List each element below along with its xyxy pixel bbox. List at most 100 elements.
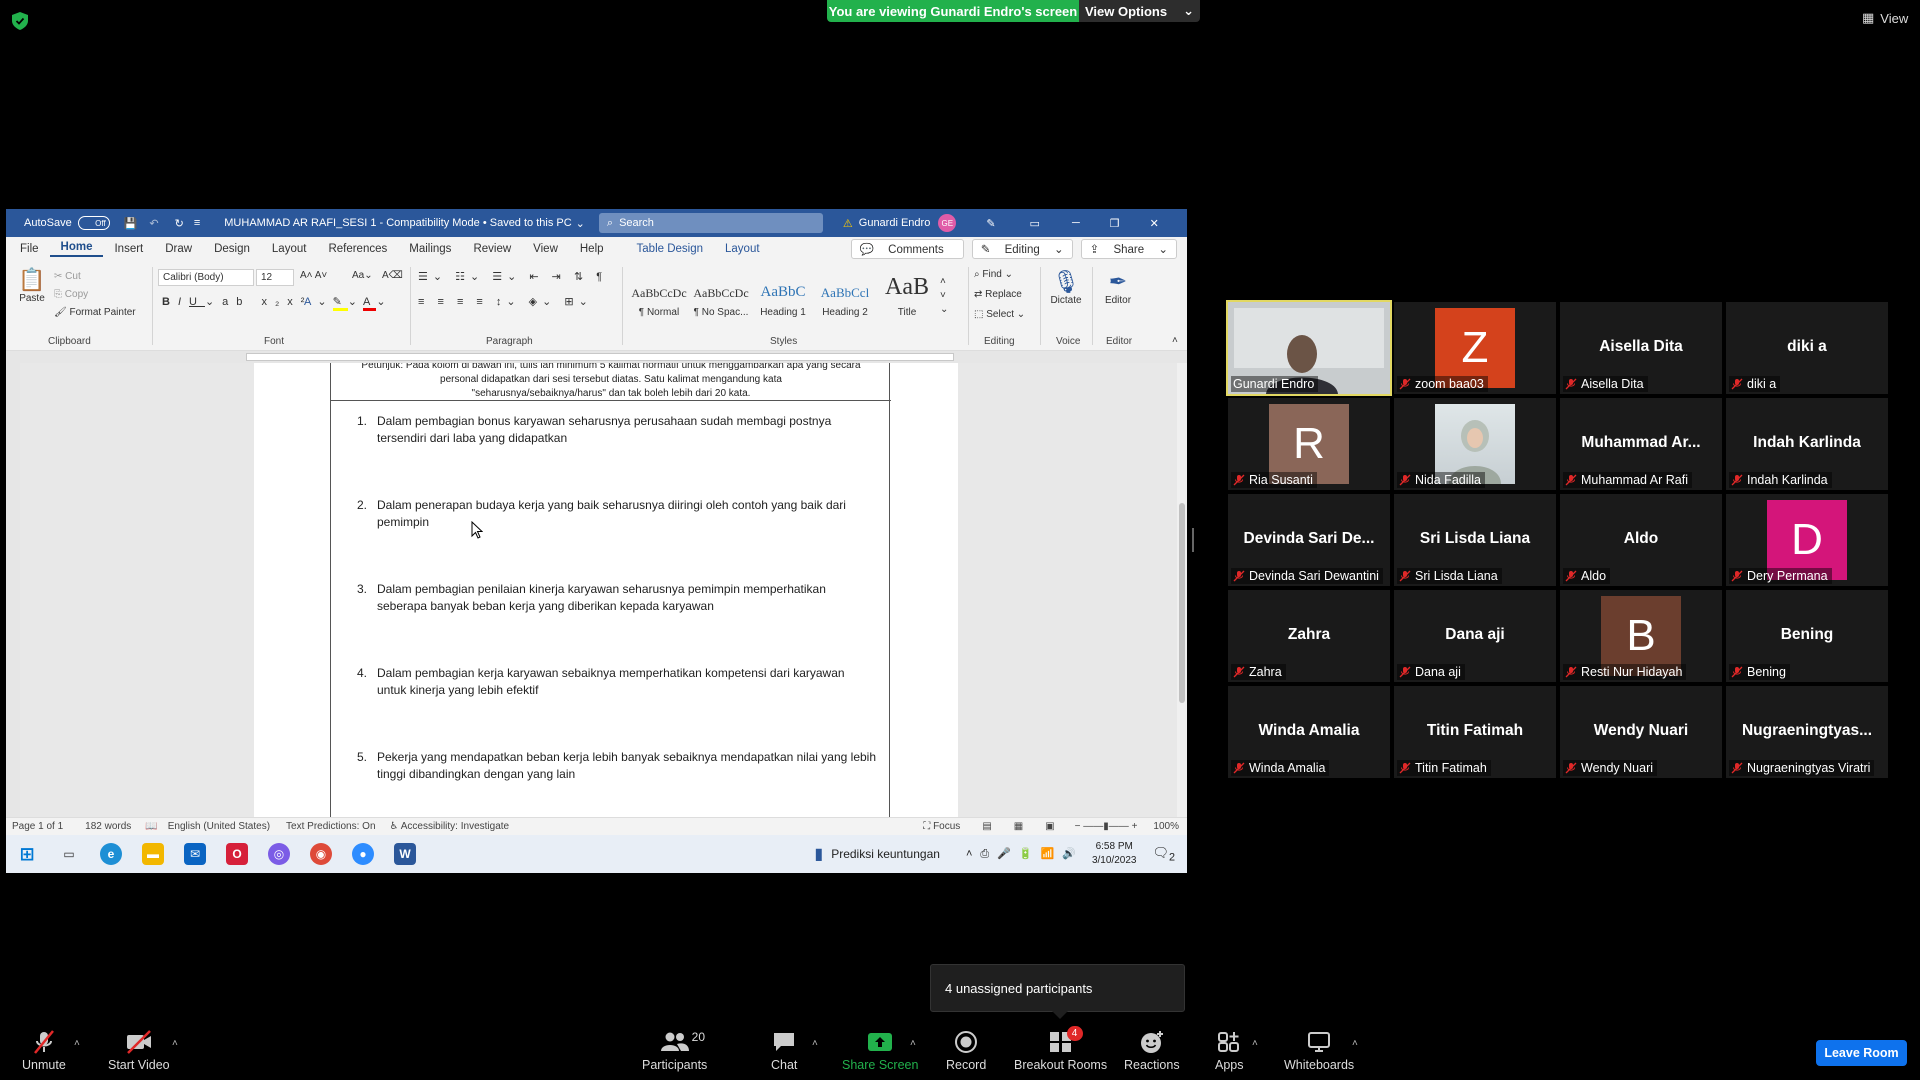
unassigned-participants-popover[interactable]: 4 unassigned participants — [930, 964, 1185, 1012]
zoom-level[interactable]: 100% — [1153, 821, 1179, 832]
participant-tile[interactable]: Wendy Nuari Wendy Nuari — [1560, 686, 1722, 778]
font-name-box[interactable]: Calibri (Body) — [158, 269, 254, 286]
notification-center-icon[interactable]: 🗨2 — [1152, 845, 1175, 864]
participant-tile[interactable]: Aisella Dita Aisella Dita — [1560, 302, 1722, 394]
breakout-rooms-button[interactable]: 4 Breakout Rooms — [1014, 1026, 1107, 1072]
participant-tile[interactable]: Dana aji Dana aji — [1394, 590, 1556, 682]
chrome-icon[interactable]: ◉ — [310, 843, 332, 865]
focus-button[interactable]: ⛶ Focus — [923, 821, 960, 832]
tab-review[interactable]: Review — [462, 243, 522, 255]
list-item[interactable]: 3. Dalam pembagian penilaian kinerja kary… — [357, 581, 877, 614]
unmute-button[interactable]: Unmute — [22, 1028, 66, 1072]
list-buttons[interactable]: ☰⌄ ☷⌄ ☰⌄ ⇤ ⇥ ⇅ ¶ — [418, 270, 607, 283]
vertical-ruler[interactable] — [6, 363, 20, 817]
participants-button[interactable]: 20 Participants — [642, 1028, 707, 1072]
share-button[interactable]: ⇪ Share ⌄ — [1080, 239, 1177, 259]
redo-icon[interactable]: ↻ — [175, 217, 184, 230]
change-case-icon[interactable]: Aa⌄ — [352, 270, 373, 281]
close-icon[interactable]: ✕ — [1150, 217, 1159, 230]
horizontal-ruler[interactable] — [6, 351, 1187, 363]
video-options-caret[interactable]: ˄ — [172, 1038, 178, 1049]
comments-button[interactable]: 💬 Comments — [850, 239, 964, 259]
participant-tile[interactable]: Nugraeningtyas... Nugraeningtyas Viratri — [1726, 686, 1888, 778]
split-view-handle[interactable] — [1192, 528, 1194, 552]
participant-tile[interactable]: Winda Amalia Winda Amalia — [1228, 686, 1390, 778]
apps-options-caret[interactable]: ˄ — [1252, 1038, 1258, 1049]
clock[interactable]: 6:58 PM 3/10/2023 — [1092, 840, 1137, 868]
style-normal[interactable]: AaBbCcDc ¶ Normal — [628, 277, 690, 325]
zoom-app-icon[interactable]: ● — [352, 843, 374, 865]
view-options-button[interactable]: View Options ⌄ — [1079, 0, 1200, 22]
select-button[interactable]: ⬚ Select ⌄ — [974, 309, 1025, 320]
participant-tile[interactable]: Titin Fatimah Titin Fatimah — [1394, 686, 1556, 778]
editor-button[interactable]: ✒ Editor — [1100, 269, 1136, 306]
collapse-ribbon-icon[interactable]: ˄ — [1172, 335, 1178, 346]
word-count[interactable]: 182 words — [85, 821, 131, 832]
grow-font-icon[interactable]: A˄ A˅ — [300, 270, 327, 281]
styles-scroll-icon[interactable]: ˄ ˅ ⌄ — [940, 275, 948, 317]
customize-qat-icon[interactable]: ≡ — [194, 217, 200, 229]
read-mode-icon[interactable]: ▤ — [982, 821, 991, 832]
participant-tile[interactable]: diki a diki a — [1726, 302, 1888, 394]
participant-tile[interactable]: Muhammad Ar... Muhammad Ar Rafi — [1560, 398, 1722, 490]
list-item[interactable]: 1. Dalam pembagian bonus karyawan seharus… — [357, 413, 877, 446]
office-icon[interactable]: O — [226, 843, 248, 865]
audio-options-caret[interactable]: ˄ — [74, 1038, 80, 1049]
copy-button[interactable]: ⎘ Copy — [54, 289, 88, 300]
minimize-icon[interactable]: ─ — [1072, 217, 1080, 229]
tab-mailings[interactable]: Mailings — [398, 243, 462, 255]
reactions-button[interactable]: Reactions — [1124, 1028, 1180, 1072]
language[interactable]: English (United States) — [168, 821, 270, 832]
tab-home[interactable]: Home — [49, 241, 104, 257]
record-button[interactable]: Record — [946, 1028, 986, 1072]
bold-italic-underline-buttons[interactable]: BIU⌄ab x₂x² — [162, 295, 312, 308]
taskbar-notification[interactable]: Prediksi keuntungan — [831, 847, 940, 861]
font-size-box[interactable]: 12 — [256, 269, 294, 286]
replace-button[interactable]: ⇄ Replace — [974, 289, 1022, 300]
windows-start-icon[interactable]: ⊞ — [16, 843, 38, 865]
pen-icon[interactable]: ✎ — [986, 217, 995, 230]
zoom-slider[interactable]: − ——▮—— + — [1075, 821, 1138, 832]
autosave-toggle[interactable]: Off — [77, 216, 110, 230]
participant-tile[interactable]: Gunardi Endro — [1226, 300, 1392, 396]
account-name[interactable]: Gunardi Endro — [859, 217, 931, 229]
participant-tile[interactable]: Devinda Sari De... Devinda Sari Dewantini — [1228, 494, 1390, 586]
document-scrollbar[interactable] — [1177, 363, 1187, 817]
cut-button[interactable]: ✂ Cut — [54, 271, 81, 282]
account-avatar[interactable]: GE — [938, 214, 957, 232]
tab-design[interactable]: Design — [203, 243, 261, 255]
restore-icon[interactable]: ❐ — [1110, 217, 1120, 230]
mail-icon[interactable]: ✉ — [184, 843, 206, 865]
page-count[interactable]: Page 1 of 1 — [12, 821, 63, 832]
tab-table-design[interactable]: Table Design — [615, 243, 714, 255]
file-explorer-icon[interactable]: ▬ — [142, 843, 164, 865]
tab-help[interactable]: Help — [569, 243, 615, 255]
participant-tile[interactable]: Aldo Aldo — [1560, 494, 1722, 586]
tab-table-layout[interactable]: Layout — [714, 243, 771, 255]
editing-mode-button[interactable]: ✎ Editing ⌄ — [971, 239, 1073, 259]
participant-tile[interactable]: R Ria Susanti — [1228, 398, 1390, 490]
format-painter-button[interactable]: 🖌 Format Painter — [54, 307, 136, 318]
word-search-box[interactable]: ⌕ Search — [598, 213, 823, 233]
list-item[interactable]: 2. Dalam penerapan budaya kerja yang baik… — [357, 497, 877, 530]
edge-icon[interactable]: e — [100, 843, 122, 865]
find-button[interactable]: ⌕ Find ⌄ — [974, 269, 1013, 280]
save-icon[interactable]: 💾 — [124, 217, 138, 230]
clear-formatting-icon[interactable]: A⌫ — [382, 270, 403, 281]
document-area[interactable]: Petunjuk: Pada kolom di bawah ini, tulis… — [20, 363, 1177, 817]
share-screen-button[interactable]: Share Screen — [842, 1028, 918, 1072]
style-heading-1[interactable]: AaBbC Heading 1 — [752, 277, 814, 325]
undo-icon[interactable]: ↶ — [149, 217, 158, 230]
participant-tile[interactable]: B Resti Nur Hidayah — [1560, 590, 1722, 682]
word-app-icon[interactable]: W — [394, 843, 416, 865]
system-tray-icons[interactable]: ˄⎙🎤🔋📶🔊 — [966, 847, 1084, 861]
accessibility-status[interactable]: ♿ Accessibility: Investigate — [390, 821, 510, 832]
document-page[interactable]: Petunjuk: Pada kolom di bawah ini, tulis… — [254, 363, 958, 817]
tab-file[interactable]: File — [6, 243, 50, 255]
task-view-icon[interactable]: ▭ — [58, 843, 80, 865]
participant-tile[interactable]: Indah Karlinda Indah Karlinda — [1726, 398, 1888, 490]
app-icon[interactable]: ◎ — [268, 843, 290, 865]
style-heading-2[interactable]: AaBbCcl Heading 2 — [814, 277, 876, 325]
dictate-button[interactable]: 🎙 Dictate — [1048, 269, 1084, 306]
proofing-icon[interactable]: 📖 — [145, 821, 157, 832]
